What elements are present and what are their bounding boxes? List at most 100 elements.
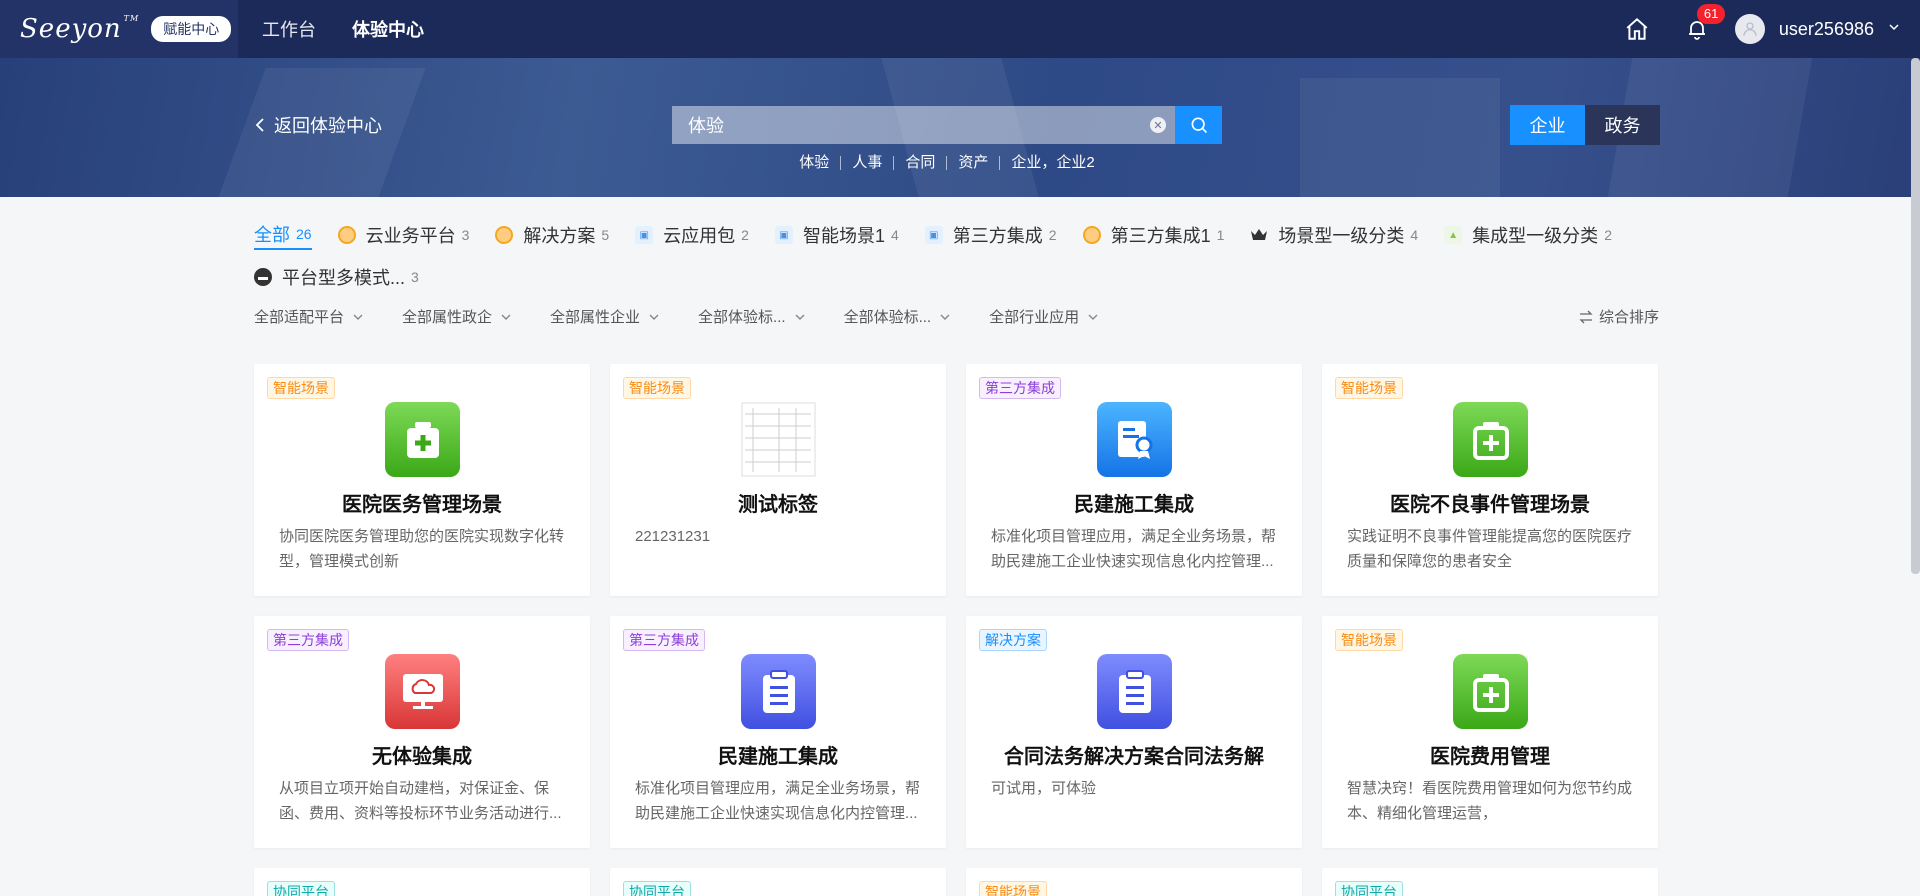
app-card[interactable]: 第三方集成 民建施工集成 标准化项目管理应用，满足全业务场景，帮助民建施工企业快… (610, 616, 946, 848)
segment-government[interactable]: 政务 (1585, 105, 1660, 145)
category-count: 2 (1048, 227, 1057, 243)
card-title: 医院医务管理场景 (342, 494, 502, 516)
card-tag: 解决方案 (979, 629, 1047, 651)
category-label: 场景型一级分类 (1278, 226, 1405, 246)
card-description: 221231231 (635, 528, 711, 545)
orange-circle-icon (1082, 226, 1101, 244)
notification-button[interactable]: 61 (1673, 0, 1726, 58)
filter-enterprise-attribute-dropdown[interactable]: 全部属性企业 (550, 306, 660, 327)
category-label: 第三方集成 (952, 226, 1043, 246)
center-badge: 赋能中心 (151, 16, 232, 42)
hot-search-tags: 体验 人事 合同 资产 企业，企业2 (672, 155, 1222, 170)
filter-platform-dropdown[interactable]: 全部适配平台 (254, 306, 364, 327)
filter-gov-attribute-dropdown[interactable]: 全部属性政企 (402, 306, 512, 327)
category-tab-all[interactable]: 全部 26 (254, 220, 312, 250)
user-menu-chevron-icon[interactable] (1888, 20, 1900, 38)
search-icon (1191, 117, 1207, 134)
nav-workbench[interactable]: 工作台 (262, 16, 316, 42)
category-tabs: 全部 26 云业务平台 3 解决方案 5 ▣ 云应用包 2 ▣ 智能场景1 4 ▣ 第三方… (254, 220, 1659, 304)
home-icon (1626, 17, 1648, 40)
category-tab[interactable]: 云业务平台 3 (337, 220, 469, 250)
category-label: 智能场景1 (802, 226, 885, 246)
search-input[interactable] (672, 106, 1175, 144)
card-title: 测试标签 (738, 494, 818, 516)
filter-industry-dropdown[interactable]: 全部行业应用 (989, 306, 1099, 327)
category-tab[interactable]: ▬ 平台型多模式... 3 (254, 262, 419, 292)
category-tab[interactable]: ▣ 智能场景1 4 (774, 220, 899, 250)
chevron-down-icon (795, 314, 805, 320)
app-card[interactable]: 第三方集成 无体验集成 从项目立项开始自动建档，对保证金、保函、费用、资料等投标… (254, 616, 590, 848)
app-card[interactable]: 智能场景 测试标签 221231231 (610, 364, 946, 596)
card-title: 医院费用管理 (1430, 746, 1550, 768)
sort-button[interactable]: 综合排序 (1579, 306, 1659, 327)
card-description: 协同医院医务管理助您的医院实现数字化转型，管理模式创新 (279, 528, 565, 570)
app-card[interactable]: 协同平台 (254, 868, 590, 896)
card-description: 标准化项目管理应用，满足全业务场景，帮助民建施工企业快速实现信息化内控管理... (635, 780, 921, 822)
nav-experience-center[interactable]: 体验中心 (352, 16, 424, 42)
category-tab[interactable]: 解决方案 5 (495, 220, 609, 250)
card-description: 智慧决窍！看医院费用管理如何为您节约成本、精细化管理运营， (1347, 780, 1633, 822)
filter-experience-tag-dropdown[interactable]: 全部体验标... (698, 306, 806, 327)
top-navbar: Seeyon TM 赋能中心 工作台 体验中心 61 user256986 (0, 0, 1920, 58)
user-icon (1743, 22, 1757, 36)
card-tag: 第三方集成 (623, 629, 705, 651)
app-card[interactable]: 协同平台 (610, 868, 946, 896)
cloud-package-icon: ▣ (924, 226, 943, 244)
category-tab[interactable]: ▣ 第三方集成 2 (924, 220, 1057, 250)
card-title: 民建施工集成 (1074, 494, 1194, 516)
medical-kit-icon (1453, 654, 1528, 729)
category-label: 第三方集成1 (1110, 226, 1211, 246)
app-card[interactable]: 解决方案 合同法务解决方案合同法务解 可试用，可体验 (966, 616, 1302, 848)
chevron-down-icon (1088, 314, 1098, 320)
category-count: 26 (296, 226, 312, 242)
avatar[interactable] (1734, 14, 1765, 44)
chevron-down-icon (649, 314, 659, 320)
hot-tag[interactable]: 企业，企业2 (999, 155, 1105, 170)
seeyon-logo[interactable]: Seeyon TM (20, 14, 139, 44)
category-label: 云应用包 (663, 226, 736, 246)
app-card[interactable]: 第三方集成 民建施工集成 标准化项目管理应用，满足全业务场景，帮助民建施工企业快… (966, 364, 1302, 596)
black-circle-icon: ▬ (254, 268, 272, 286)
hot-tag[interactable]: 人事 (840, 155, 893, 170)
medical-kit-icon (385, 402, 460, 477)
category-label: 集成型一级分类 (1472, 226, 1599, 246)
filter-experience-tag2-dropdown[interactable]: 全部体验标... (844, 306, 952, 327)
category-tab[interactable]: 场景型一级分类 4 (1250, 220, 1418, 250)
card-description: 从项目立项开始自动建档，对保证金、保函、费用、资料等投标环节业务活动进行... (279, 780, 562, 822)
category-label: 解决方案 (523, 226, 596, 246)
app-card[interactable]: 智能场景 医院费用管理 智慧决窍！看医院费用管理如何为您节约成本、精细化管理运营… (1322, 616, 1658, 848)
card-tag: 协同平台 (623, 881, 691, 896)
clipboard-icon (1097, 654, 1172, 729)
sort-icon (1579, 310, 1593, 323)
category-count: 5 (601, 227, 610, 243)
cloud-monitor-icon (385, 654, 460, 729)
segment-enterprise[interactable]: 企业 (1510, 105, 1585, 145)
category-label: 全部 (254, 225, 290, 245)
category-tab[interactable]: ▣ 云应用包 2 (635, 220, 749, 250)
app-card[interactable]: 协同平台 (1322, 868, 1658, 896)
logo-text: Seeyon (20, 14, 122, 44)
filter-label: 全部属性企业 (550, 309, 641, 326)
hot-tag[interactable]: 合同 (893, 155, 946, 170)
page-scrollbar[interactable] (1911, 58, 1920, 574)
app-card[interactable]: 智能场景 (966, 868, 1302, 896)
hot-tag[interactable]: 资产 (946, 155, 999, 170)
app-card[interactable]: 智能场景 医院不良事件管理场景 实践证明不良事件管理能提高您的医院医疗质量和保障… (1322, 364, 1658, 596)
category-tab[interactable]: 第三方集成1 1 (1082, 220, 1224, 250)
clipboard-icon (741, 654, 816, 729)
category-count: 2 (741, 227, 749, 243)
filter-bar: 全部适配平台 全部属性政企 全部属性企业 全部体验标... 全部体验标... 全… (254, 306, 1659, 327)
home-button[interactable] (1613, 0, 1661, 58)
hot-tag[interactable]: 体验 (788, 155, 840, 170)
clear-search-icon[interactable]: ✕ (1150, 117, 1166, 133)
back-to-experience-center[interactable]: 返回体验中心 (254, 112, 382, 138)
username[interactable]: user256986 (1779, 19, 1874, 40)
category-label: 平台型多模式... (282, 268, 406, 288)
app-card[interactable]: 智能场景 医院医务管理场景 协同医院医务管理助您的医院实现数字化转型，管理模式创… (254, 364, 590, 596)
card-tag: 智能场景 (1335, 377, 1403, 399)
cloud-package-icon: ▣ (635, 226, 654, 244)
search-button[interactable] (1175, 106, 1222, 144)
category-tab[interactable]: ▲ 集成型一级分类 2 (1444, 220, 1612, 250)
logo-area: Seeyon TM 赋能中心 (0, 0, 238, 58)
chevron-down-icon (353, 314, 363, 320)
